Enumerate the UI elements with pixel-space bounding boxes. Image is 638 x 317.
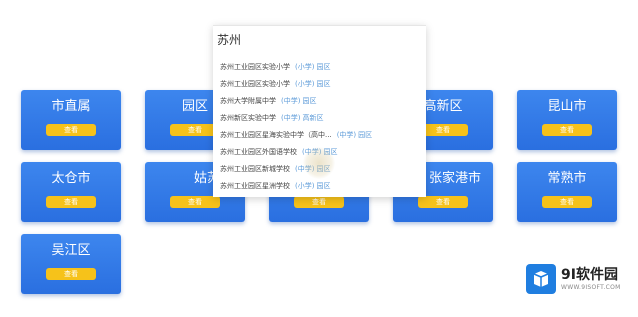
result-school-name: 苏州工业园区星海实验中学（高中... <box>220 131 332 139</box>
result-level: (小学) <box>295 80 315 88</box>
view-button[interactable]: 查看 <box>170 196 220 208</box>
search-result-item[interactable]: 苏州工业园区实验小学 (小学) 园区 <box>220 76 426 93</box>
view-button[interactable]: 查看 <box>46 196 96 208</box>
search-result-item[interactable]: 苏州大学附属中学 (中学) 园区 <box>220 93 426 110</box>
region-card-title: 太仓市 <box>51 171 91 186</box>
logo-name: 9I软件园 <box>561 267 618 283</box>
result-area: 园区 <box>358 131 373 139</box>
logo-url: WWW.9ISOFT.COM <box>561 284 621 291</box>
result-school-name: 苏州工业园区星洲学校 <box>220 182 290 190</box>
view-button[interactable]: 查看 <box>542 124 592 136</box>
search-result-item[interactable]: 苏州新区实验中学 (中学) 高新区 <box>220 110 426 127</box>
result-level: (中学) <box>336 131 357 139</box>
view-button[interactable]: 查看 <box>46 268 96 280</box>
view-button[interactable]: 查看 <box>46 124 96 136</box>
region-card-shizhishu[interactable]: 市直属 查看 <box>21 90 121 150</box>
result-school-name: 苏州工业园区外国语学校 <box>220 148 297 156</box>
result-school-name: 苏州工业园区新城学校 <box>220 165 290 173</box>
region-card-wujiang[interactable]: 吴江区 查看 <box>21 234 121 294</box>
region-card-title: 市直属 <box>51 99 91 114</box>
region-card-changshu[interactable]: 常熟市 查看 <box>517 162 617 222</box>
result-area: 园区 <box>316 80 331 88</box>
result-area: 园区 <box>302 97 317 105</box>
view-button[interactable]: 查看 <box>418 196 468 208</box>
region-card-kunshan[interactable]: 昆山市 查看 <box>517 90 617 150</box>
search-result-item[interactable]: 苏州工业园区星洲学校 (小学) 园区 <box>220 178 426 195</box>
cursor-highlight <box>303 147 335 179</box>
result-school-name: 苏州工业园区实验小学 <box>220 63 290 71</box>
result-area: 园区 <box>316 63 331 71</box>
result-school-name: 苏州新区实验中学 <box>220 114 276 122</box>
result-school-name: 苏州工业园区实验小学 <box>220 80 290 88</box>
region-card-taicang[interactable]: 太仓市 查看 <box>21 162 121 222</box>
search-result-item[interactable]: 苏州工业园区星海实验中学（高中... (中学) 园区 <box>220 127 426 144</box>
result-area: 高新区 <box>302 114 324 122</box>
search-input[interactable] <box>213 26 426 52</box>
result-area: 园区 <box>316 182 331 190</box>
result-level: (中学) <box>281 114 301 122</box>
result-level: (小学) <box>295 63 315 71</box>
view-button[interactable]: 查看 <box>294 196 344 208</box>
result-level: (中学) <box>281 97 301 105</box>
view-button[interactable]: 查看 <box>542 196 592 208</box>
region-card-title: 吴江区 <box>51 243 91 258</box>
result-school-name: 苏州大学附属中学 <box>220 97 276 105</box>
watermark-logo: 9I软件园 WWW.9ISOFT.COM <box>526 262 626 298</box>
region-card-title: 昆山市 <box>547 99 587 114</box>
box-logo-icon <box>526 264 556 294</box>
search-result-item[interactable]: 苏州工业园区实验小学 (小学) 园区 <box>220 59 426 76</box>
result-level: (小学) <box>295 182 315 190</box>
region-card-title: 常熟市 <box>547 171 587 186</box>
